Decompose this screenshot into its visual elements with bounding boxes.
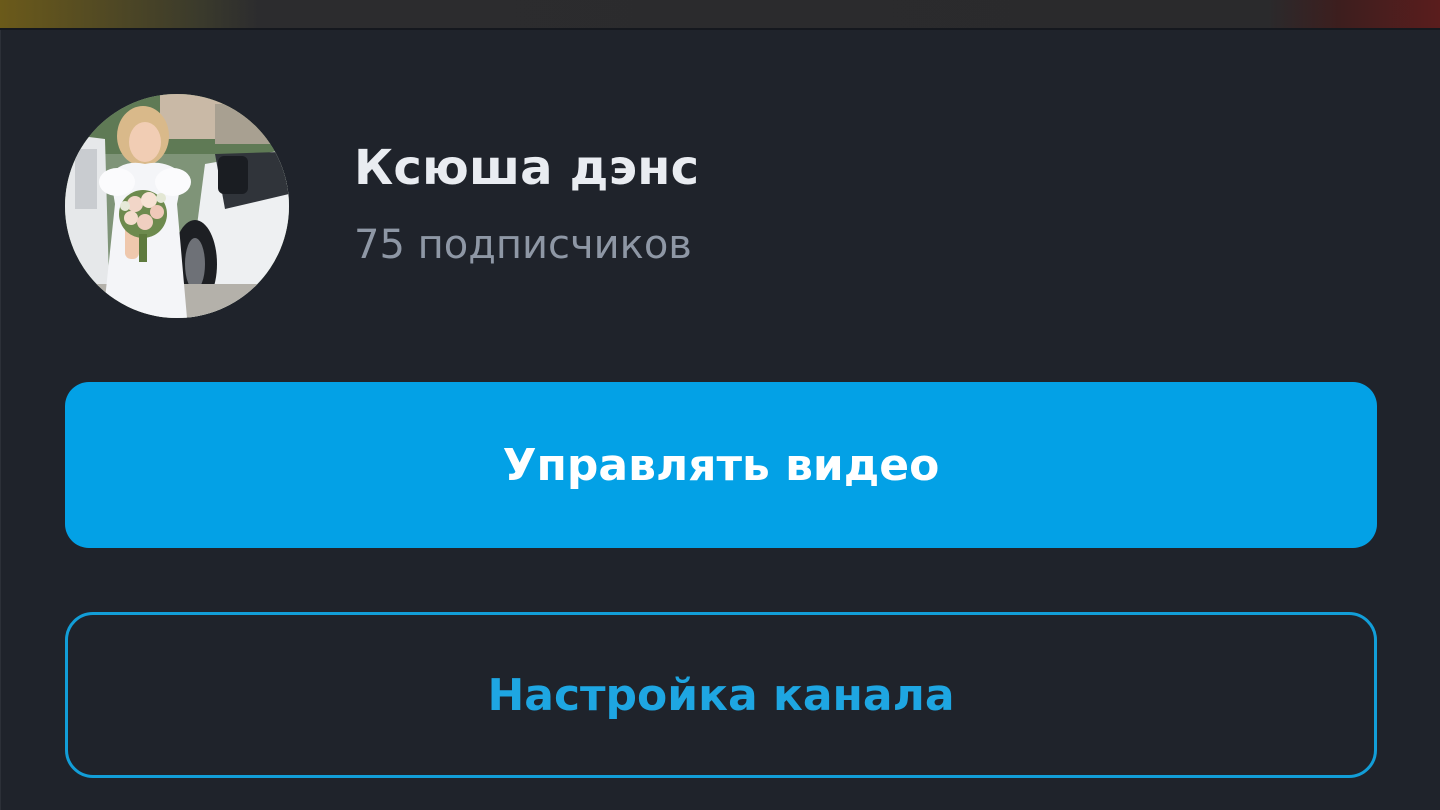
subscriber-count: 75 подписчиков [354, 222, 692, 268]
top-strip [0, 0, 1440, 30]
channel-avatar[interactable] [65, 94, 289, 318]
manage-videos-button[interactable]: Управлять видео [65, 382, 1377, 548]
avatar-photo [65, 94, 289, 318]
channel-settings-button[interactable]: Настройка канала [65, 612, 1377, 778]
channel-name: Ксюша дэнс [354, 140, 700, 196]
